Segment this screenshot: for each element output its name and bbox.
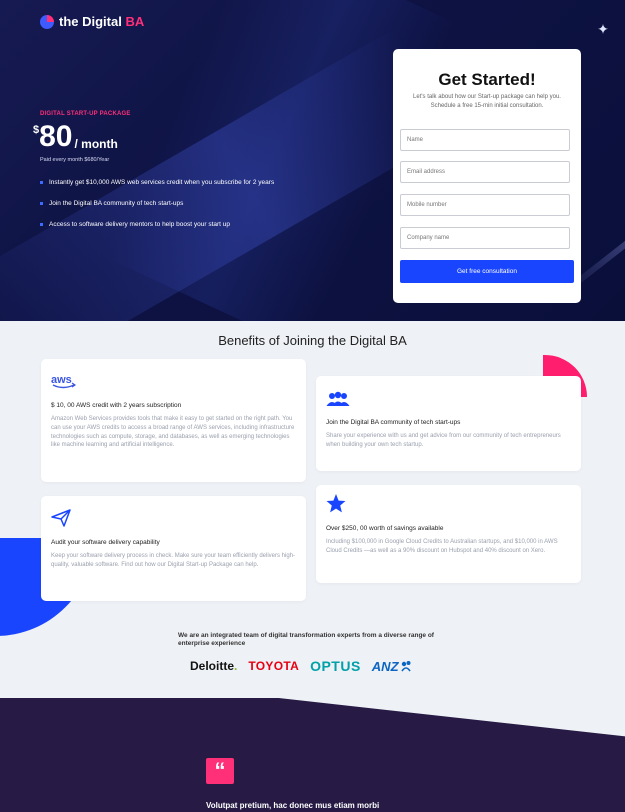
- star-icon: [326, 494, 571, 513]
- toyota-logo: TOYOTA: [248, 659, 300, 673]
- feature-list: Instantly get $10,000 AWS web services c…: [40, 179, 274, 242]
- benefit-card-savings: Over $250, 00 worth of savings available…: [316, 485, 581, 583]
- trust-statement: We are an integrated team of digital tra…: [178, 632, 434, 647]
- package-tag: DIGITAL START-UP PACKAGE: [40, 111, 131, 117]
- card-body: Share your experience with us and get ad…: [326, 433, 561, 448]
- section-divider: [161, 685, 625, 737]
- optus-logo: OPTUS: [310, 658, 361, 674]
- card-title: Over $250, 00 worth of savings available: [326, 525, 444, 532]
- card-title: $ 10, 00 AWS credit with 2 years subscri…: [51, 402, 182, 409]
- card-title: Join the Digital BA community of tech st…: [326, 419, 461, 426]
- mobile-field[interactable]: Mobile number: [400, 194, 570, 216]
- consultation-form: Get Started! Let's talk about how our St…: [393, 49, 581, 303]
- svg-text:aws: aws: [51, 374, 72, 386]
- bullet-icon: [40, 223, 43, 226]
- list-item: Access to software delivery mentors to h…: [40, 221, 274, 242]
- benefit-card-aws: aws $ 10, 00 AWS credit with 2 years sub…: [41, 359, 306, 482]
- benefits-heading: Benefits of Joining the Digital BA: [218, 333, 407, 348]
- sparkle-icon: ✦: [597, 21, 609, 37]
- card-title: Audit your software delivery capability: [51, 539, 160, 546]
- hero-section: ✦ the Digital BA DIGITAL START-UP PACKAG…: [0, 0, 625, 321]
- logo-mark-icon: [40, 14, 54, 29]
- section-divider: [0, 675, 161, 698]
- card-body: Keep your software delivery process in c…: [51, 553, 295, 568]
- card-body: Amazon Web Services provides tools that …: [51, 416, 295, 449]
- benefit-card-audit: Audit your software delivery capability …: [41, 496, 306, 601]
- price-period: / month: [74, 137, 118, 151]
- list-item: Join the Digital BA community of tech st…: [40, 200, 274, 221]
- get-consultation-button[interactable]: Get free consultation: [400, 260, 574, 283]
- bullet-icon: [40, 181, 43, 184]
- client-logos: Deloitte. TOYOTA OPTUS ANZ: [190, 658, 412, 674]
- quote-icon: “: [206, 758, 234, 784]
- card-body: Including $100,000 in Google Cloud Credi…: [326, 539, 558, 554]
- paper-plane-icon: [51, 509, 296, 527]
- form-subtitle: Let's talk about how our Start-up packag…: [413, 94, 561, 109]
- testimonial-text: Volutpat pretium, hac donec mus etiam mo…: [206, 801, 380, 810]
- aws-logo-icon: aws: [51, 372, 296, 390]
- bullet-icon: [40, 202, 43, 205]
- anz-logo: ANZ: [372, 659, 412, 674]
- deloitte-logo: Deloitte.: [190, 659, 238, 673]
- price-amount: 80: [39, 120, 73, 153]
- company-field[interactable]: Company name: [400, 227, 570, 249]
- community-icon: [326, 389, 571, 407]
- site-logo[interactable]: the Digital BA: [40, 14, 144, 29]
- logo-text: the Digital BA: [59, 14, 145, 29]
- price: $ 80 / month: [33, 120, 118, 154]
- price-note: Paid every month $680/Year: [40, 157, 110, 163]
- benefit-card-community: Join the Digital BA community of tech st…: [316, 376, 581, 471]
- form-title: Get Started!: [438, 70, 536, 89]
- list-item: Instantly get $10,000 AWS web services c…: [40, 179, 274, 200]
- email-field[interactable]: Email address: [400, 161, 570, 183]
- name-field[interactable]: Name: [400, 129, 570, 151]
